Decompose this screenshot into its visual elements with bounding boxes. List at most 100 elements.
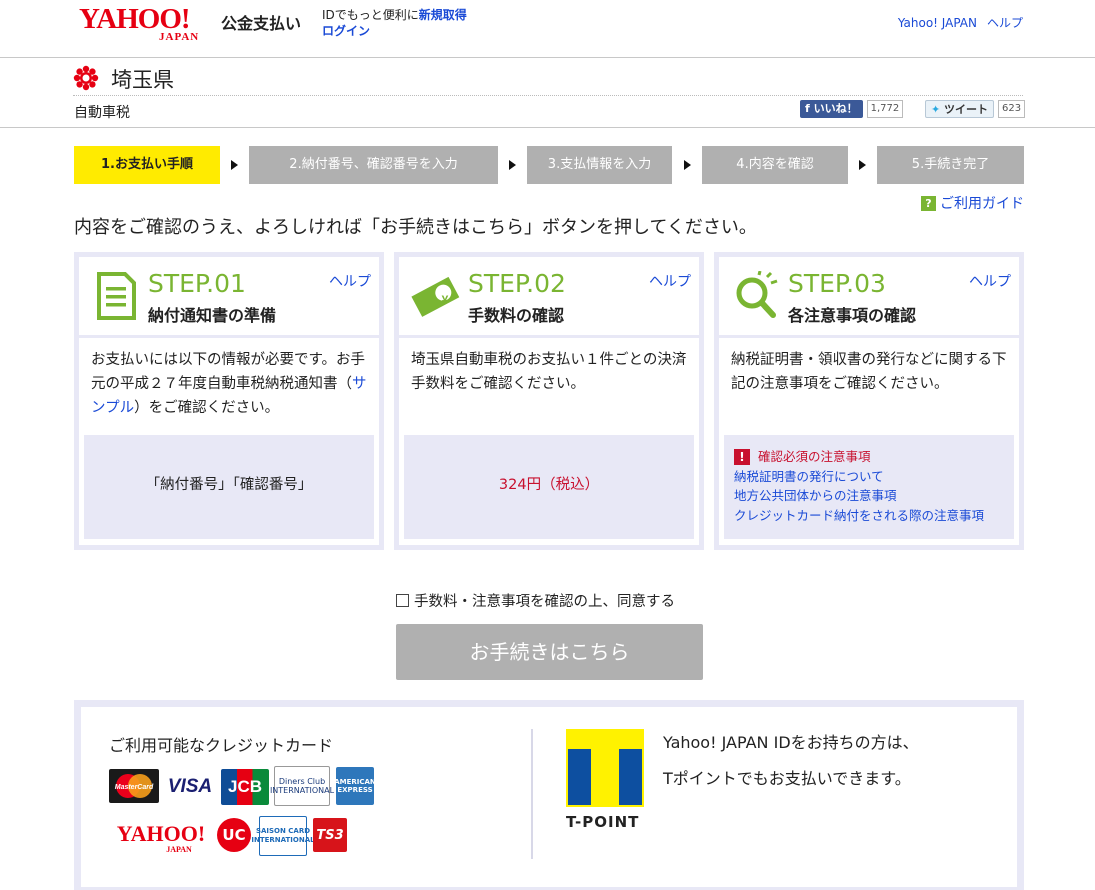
- panel-title: 納付通知書の準備: [148, 306, 277, 325]
- magnifier-icon: [736, 271, 778, 318]
- logo-sub-text: JAPAN: [166, 845, 192, 854]
- like-label: いいね！: [813, 102, 858, 115]
- step-panel-3: STEP.03 各注意事項の確認 ヘルプ 納税証明書・領収書の発行などに関する下…: [714, 252, 1024, 550]
- required-info-box: 「納付番号」「確認番号」: [84, 435, 374, 539]
- tpoint-logo: [566, 729, 644, 807]
- saison-card-logo: SAISON CARD INTERNATIONAL: [251, 816, 315, 856]
- note-link[interactable]: クレジットカード納付をされる際の注意事項: [734, 506, 984, 526]
- step-5: 5.手続き完了: [877, 146, 1024, 184]
- note-link[interactable]: 納税証明書の発行について: [734, 467, 984, 487]
- facebook-like[interactable]: f いいね！ 1,772: [800, 100, 904, 120]
- step-1: 1.お支払い手順: [74, 146, 220, 184]
- register-link[interactable]: 新規取得: [419, 8, 467, 22]
- notes-list: ! 確認必須の注意事項 納税証明書の発行について 地方公共団体からの注意事項 クレ…: [734, 447, 984, 525]
- step-label: STEP.01: [148, 269, 246, 298]
- proceed-button[interactable]: お手続きはこちら: [396, 624, 703, 680]
- money-ticket-icon: ¥: [411, 276, 460, 317]
- panel-help-link[interactable]: ヘルプ: [649, 271, 691, 291]
- facebook-like-button[interactable]: f いいね！: [800, 100, 863, 118]
- question-icon: ?: [921, 196, 936, 211]
- top-links: Yahoo! JAPAN ヘルプ: [888, 14, 1023, 31]
- tpoint-text-line1: Yahoo! JAPAN IDをお持ちの方は、: [663, 733, 919, 752]
- id-note-text: IDでもっと便利に: [322, 8, 419, 22]
- panel-body: お支払いには以下の情報が必要です。お手元の平成２７年度自動車税納税通知書（サンプ…: [79, 338, 379, 545]
- step-3: 3.支払情報を入力: [527, 146, 672, 184]
- step-4: 4.内容を確認: [702, 146, 848, 184]
- prefecture-title: 埼玉県: [73, 60, 1023, 96]
- logo-sub: JAPAN: [159, 31, 200, 43]
- panel-body: 納税証明書・領収書の発行などに関する下記の注意事項をご確認ください。 ! 確認必須…: [719, 338, 1019, 545]
- lead-text: 内容をご確認のうえ、よろしければ「お手続きはこちら」ボタンを押してください。: [74, 217, 757, 238]
- tpoint-text-line2: Tポイントでもお支払いできます。: [663, 769, 911, 788]
- panel-header: ¥ STEP.02 手数料の確認 ヘルプ: [399, 257, 699, 335]
- notes-heading: ! 確認必須の注意事項: [734, 447, 984, 467]
- panel-help-link[interactable]: ヘルプ: [329, 271, 371, 291]
- notes-heading-label: 確認必須の注意事項: [758, 449, 871, 464]
- panel-title: 手数料の確認: [468, 306, 565, 325]
- tweet-button[interactable]: ✦ ツイート: [925, 100, 995, 118]
- divider: [531, 729, 533, 859]
- panel-title: 各注意事項の確認: [788, 306, 917, 325]
- step-arrow-icon: [859, 160, 866, 170]
- panel-text-part: お支払いには以下の情報が必要です。お手元の平成２７年度自動車税納税通知書（: [91, 352, 366, 392]
- prefecture-name: 埼玉県: [111, 68, 174, 92]
- saitama-emblem-icon: [73, 65, 99, 91]
- tweet-count: 623: [998, 100, 1026, 118]
- step-label: STEP.03: [788, 269, 886, 298]
- agree-checkbox[interactable]: [396, 594, 409, 607]
- step-panel-2: ¥ STEP.02 手数料の確認 ヘルプ 埼玉県自動車税のお支払い１件ごとの決済…: [394, 252, 704, 550]
- panel-header: STEP.03 各注意事項の確認 ヘルプ: [719, 257, 1019, 335]
- usage-guide-link[interactable]: ? ご利用ガイド: [921, 193, 1024, 213]
- logo-text: YAHOO!: [79, 3, 191, 35]
- yahoo-card-logo: YAHOO! JAPAN: [109, 819, 213, 859]
- site-header: YAHOO! JAPAN 公金支払い IDでもっと便利に新規取得 ログイン Ya…: [0, 0, 1095, 58]
- help-link[interactable]: ヘルプ: [987, 16, 1023, 30]
- tpoint-label: T-POINT: [566, 813, 640, 831]
- amex-logo: AMERICAN EXPRESS: [334, 767, 376, 805]
- yahoo-japan-link[interactable]: Yahoo! JAPAN: [898, 16, 977, 30]
- service-name: 公金支払い: [221, 14, 302, 33]
- required-info: 「納付番号」「確認番号」: [145, 477, 313, 493]
- agree-label: 手数料・注意事項を確認の上、同意する: [414, 594, 675, 610]
- payment-methods-section: ご利用可能なクレジットカード MasterCard VISA JCB Diner…: [74, 700, 1024, 890]
- visa-logo: VISA: [167, 776, 213, 797]
- cards-title: ご利用可能なクレジットカード: [109, 736, 334, 755]
- usage-guide-label: ご利用ガイド: [940, 196, 1024, 212]
- step-panel-1: STEP.01 納付通知書の準備 ヘルプ お支払いには以下の情報が必要です。お手…: [74, 252, 384, 550]
- svg-text:¥: ¥: [442, 293, 449, 307]
- facebook-icon: f: [805, 102, 814, 115]
- logo-text: YAHOO!: [116, 821, 206, 846]
- fee-amount: 324円（税込）: [498, 477, 600, 493]
- fee-box: 324円（税込）: [404, 435, 694, 539]
- panel-body: 埼玉県自動車税のお支払い１件ごとの決済手数料をご確認ください。 324円（税込）: [399, 338, 699, 545]
- yahoo-japan-logo[interactable]: YAHOO! JAPAN: [79, 4, 215, 44]
- notes-box: ! 確認必須の注意事項 納税証明書の発行について 地方公共団体からの注意事項 クレ…: [724, 435, 1014, 539]
- payment-methods-inner: ご利用可能なクレジットカード MasterCard VISA JCB Diner…: [81, 707, 1017, 887]
- step-label: STEP.02: [468, 269, 566, 298]
- diners-club-logo: Diners Club INTERNATIONAL: [270, 766, 334, 806]
- ts3-logo: TS3: [313, 818, 347, 852]
- panel-help-link[interactable]: ヘルプ: [969, 271, 1011, 291]
- step-arrow-icon: [684, 160, 691, 170]
- tpoint-logo-part: [619, 749, 642, 805]
- panel-header: STEP.01 納付通知書の準備 ヘルプ: [79, 257, 379, 335]
- twitter-bird-icon: ✦: [931, 103, 945, 116]
- like-count: 1,772: [866, 100, 904, 118]
- agree-checkbox-row[interactable]: 手数料・注意事項を確認の上、同意する: [396, 590, 675, 611]
- twitter-tweet[interactable]: ✦ ツイート 623: [925, 100, 1026, 120]
- panel-text: 埼玉県自動車税のお支払い１件ごとの決済手数料をご確認ください。: [411, 352, 687, 392]
- uc-logo: UC: [217, 818, 251, 852]
- progress-steps: 1.お支払い手順 2.納付番号、確認番号を入力 3.支払情報を入力 4.内容を確…: [74, 146, 1024, 184]
- sub-header: 自動車税 f いいね！ 1,772 ✦ ツイート 623: [0, 96, 1095, 128]
- login-link[interactable]: ログイン: [322, 24, 370, 38]
- tpoint-logo-part: [568, 749, 591, 805]
- panel-text-part: ）をご確認ください。: [134, 400, 280, 416]
- tweet-label: ツイート: [944, 103, 989, 116]
- panel-text: 納税証明書・領収書の発行などに関する下記の注意事項をご確認ください。: [731, 352, 1007, 392]
- jcb-logo: JCB: [221, 769, 269, 805]
- step-arrow-icon: [509, 160, 516, 170]
- note-link[interactable]: 地方公共団体からの注意事項: [734, 486, 984, 506]
- alert-icon: !: [734, 449, 750, 465]
- mastercard-logo: MasterCard: [109, 769, 159, 803]
- mastercard-icon: MasterCard: [115, 774, 154, 798]
